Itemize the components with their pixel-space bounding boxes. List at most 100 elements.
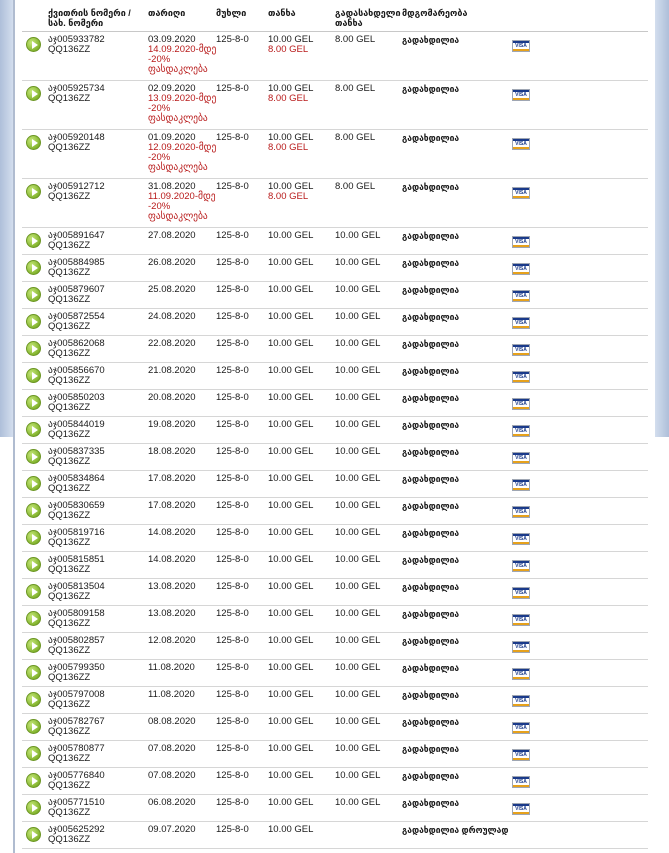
- plate-number: QQ136ZZ: [48, 240, 91, 251]
- plate-number: QQ136ZZ: [48, 142, 91, 153]
- date-value: 24.08.2020: [148, 311, 196, 322]
- table-row[interactable]: აჯ005813504 QQ136ZZ 13.08.2020 125-8-0 10.00…: [22, 579, 648, 606]
- amount-cell: 10.00 GEL: [268, 582, 313, 592]
- paid-amount: 10.00 GEL: [335, 338, 381, 349]
- amount-value: 10.00 GEL: [268, 446, 314, 457]
- play-icon[interactable]: [26, 665, 41, 680]
- table-row[interactable]: აჯ005850203 QQ136ZZ 20.08.2020 125-8-0 10.00…: [22, 390, 648, 417]
- amount-cell: 10.00 GEL: [268, 663, 313, 673]
- table-row[interactable]: აჯ005920148 QQ136ZZ 01.09.2020 12.09.2020-მ…: [22, 130, 648, 179]
- status-text: გადახდილია: [402, 182, 460, 192]
- play-icon[interactable]: [26, 422, 41, 437]
- play-icon[interactable]: [26, 37, 41, 52]
- table-body: აჯ005933782 QQ136ZZ 03.09.2020 14.09.2020-მ…: [22, 32, 648, 849]
- plate-number: QQ136ZZ: [48, 780, 91, 791]
- paid-amount: 10.00 GEL: [335, 743, 381, 754]
- amount-cell: 10.00 GEL: [268, 825, 313, 835]
- date-cell: 07.08.2020: [148, 771, 196, 781]
- play-icon[interactable]: [26, 314, 41, 329]
- table-row[interactable]: აჯ005625292 QQ136ZZ 09.07.2020 125-8-0 10.00…: [22, 822, 648, 849]
- visa-card-icon: VISA: [512, 425, 530, 437]
- play-icon[interactable]: [26, 638, 41, 653]
- play-icon[interactable]: [26, 287, 41, 302]
- amount-cell: 10.00 GEL: [268, 258, 313, 268]
- table-row[interactable]: აჯ005797008 QQ136ZZ 11.08.2020 125-8-0 10.00…: [22, 687, 648, 714]
- paid-amount: 10.00 GEL: [335, 284, 381, 295]
- play-icon[interactable]: [26, 557, 41, 572]
- table-row[interactable]: აჯ005802857 QQ136ZZ 12.08.2020 125-8-0 10.00…: [22, 633, 648, 660]
- visa-card-label: VISA: [515, 482, 527, 488]
- amount-value: 10.00 GEL: [268, 824, 314, 835]
- table-row[interactable]: აჯ005809158 QQ136ZZ 13.08.2020 125-8-0 10.00…: [22, 606, 648, 633]
- receipt-cell: აჯ005771510 QQ136ZZ: [48, 798, 105, 818]
- plate-number: QQ136ZZ: [48, 537, 91, 548]
- amount-value: 10.00 GEL: [268, 500, 314, 511]
- play-icon[interactable]: [26, 260, 41, 275]
- route-value: 125-8-0: [216, 797, 249, 808]
- visa-card-icon: VISA: [512, 506, 530, 518]
- table-row[interactable]: აჯ005925734 QQ136ZZ 02.09.2020 13.09.2020-მ…: [22, 81, 648, 130]
- play-icon[interactable]: [26, 233, 41, 248]
- receipt-cell: აჯ005862068 QQ136ZZ: [48, 339, 105, 359]
- play-icon[interactable]: [26, 135, 41, 150]
- receipt-cell: აჯ005799350 QQ136ZZ: [48, 663, 105, 683]
- table-row[interactable]: აჯ005834864 QQ136ZZ 17.08.2020 125-8-0 10.00…: [22, 471, 648, 498]
- table-row[interactable]: აჯ005891647 QQ136ZZ 27.08.2020 125-8-0 10.00…: [22, 228, 648, 255]
- table-row[interactable]: აჯ005776840 QQ136ZZ 07.08.2020 125-8-0 10.00…: [22, 768, 648, 795]
- play-icon[interactable]: [26, 86, 41, 101]
- table-row[interactable]: აჯ005815851 QQ136ZZ 14.08.2020 125-8-0 10.00…: [22, 552, 648, 579]
- play-icon[interactable]: [26, 773, 41, 788]
- visa-card-icon: VISA: [512, 479, 530, 491]
- plate-number: QQ136ZZ: [48, 726, 91, 737]
- table-row[interactable]: აჯ005872554 QQ136ZZ 24.08.2020 125-8-0 10.00…: [22, 309, 648, 336]
- play-icon[interactable]: [26, 692, 41, 707]
- visa-card-label: VISA: [515, 752, 527, 758]
- play-icon[interactable]: [26, 341, 41, 356]
- date-cell: 02.09.2020 13.09.2020-მდე -20% ფასდაკლება: [148, 84, 216, 124]
- table-row[interactable]: აჯ005862068 QQ136ZZ 22.08.2020 125-8-0 10.00…: [22, 336, 648, 363]
- date-cell: 17.08.2020: [148, 474, 196, 484]
- play-icon[interactable]: [26, 184, 41, 199]
- table-row[interactable]: აჯ005884985 QQ136ZZ 26.08.2020 125-8-0 10.00…: [22, 255, 648, 282]
- amount-value: 10.00 GEL: [268, 392, 314, 403]
- route-value: 125-8-0: [216, 34, 249, 45]
- table-row[interactable]: აჯ005799350 QQ136ZZ 11.08.2020 125-8-0 10.00…: [22, 660, 648, 687]
- play-icon[interactable]: [26, 368, 41, 383]
- play-icon[interactable]: [26, 530, 41, 545]
- play-icon[interactable]: [26, 746, 41, 761]
- table-row[interactable]: აჯ005933782 QQ136ZZ 03.09.2020 14.09.2020-მ…: [22, 32, 648, 81]
- play-icon[interactable]: [26, 584, 41, 599]
- visa-card-label: VISA: [515, 644, 527, 650]
- visa-card-label: VISA: [515, 536, 527, 542]
- table-row[interactable]: აჯ005830659 QQ136ZZ 17.08.2020 125-8-0 10.00…: [22, 498, 648, 525]
- play-icon[interactable]: [26, 719, 41, 734]
- status-text: გადახდილია: [402, 798, 460, 808]
- receipt-cell: აჯ005819716 QQ136ZZ: [48, 528, 105, 548]
- table-row[interactable]: აჯ005780877 QQ136ZZ 07.08.2020 125-8-0 10.00…: [22, 741, 648, 768]
- table-row[interactable]: აჯ005879607 QQ136ZZ 25.08.2020 125-8-0 10.00…: [22, 282, 648, 309]
- plate-number: QQ136ZZ: [48, 93, 91, 104]
- table-row[interactable]: აჯ005856670 QQ136ZZ 21.08.2020 125-8-0 10.00…: [22, 363, 648, 390]
- table-row[interactable]: აჯ005819716 QQ136ZZ 14.08.2020 125-8-0 10.00…: [22, 525, 648, 552]
- route-value: 125-8-0: [216, 365, 249, 376]
- play-icon[interactable]: [26, 800, 41, 815]
- play-icon[interactable]: [26, 611, 41, 626]
- receipt-cell: აჯ005797008 QQ136ZZ: [48, 690, 105, 710]
- play-icon[interactable]: [26, 827, 41, 842]
- table-row[interactable]: აჯ005912712 QQ136ZZ 31.08.2020 11.09.2020-მ…: [22, 179, 648, 228]
- play-icon[interactable]: [26, 395, 41, 410]
- table-row[interactable]: აჯ005844019 QQ136ZZ 19.08.2020 125-8-0 10.00…: [22, 417, 648, 444]
- receipt-cell: აჯ005872554 QQ136ZZ: [48, 312, 105, 332]
- table-row[interactable]: აჯ005782767 QQ136ZZ 08.08.2020 125-8-0 10.00…: [22, 714, 648, 741]
- route-value: 125-8-0: [216, 581, 249, 592]
- play-icon[interactable]: [26, 476, 41, 491]
- play-icon[interactable]: [26, 449, 41, 464]
- fines-table: ქვითრის ნომერი / სახ. ნომერი თარიღი მუხლ…: [22, 0, 648, 849]
- date-value: 13.08.2020: [148, 581, 196, 592]
- play-icon[interactable]: [26, 503, 41, 518]
- route-value: 125-8-0: [216, 284, 249, 295]
- visa-card-icon: VISA: [512, 290, 530, 302]
- table-row[interactable]: აჯ005771510 QQ136ZZ 06.08.2020 125-8-0 10.00…: [22, 795, 648, 822]
- table-row[interactable]: აჯ005837335 QQ136ZZ 18.08.2020 125-8-0 10.00…: [22, 444, 648, 471]
- discounted-amount: 8.00 GEL: [268, 93, 309, 104]
